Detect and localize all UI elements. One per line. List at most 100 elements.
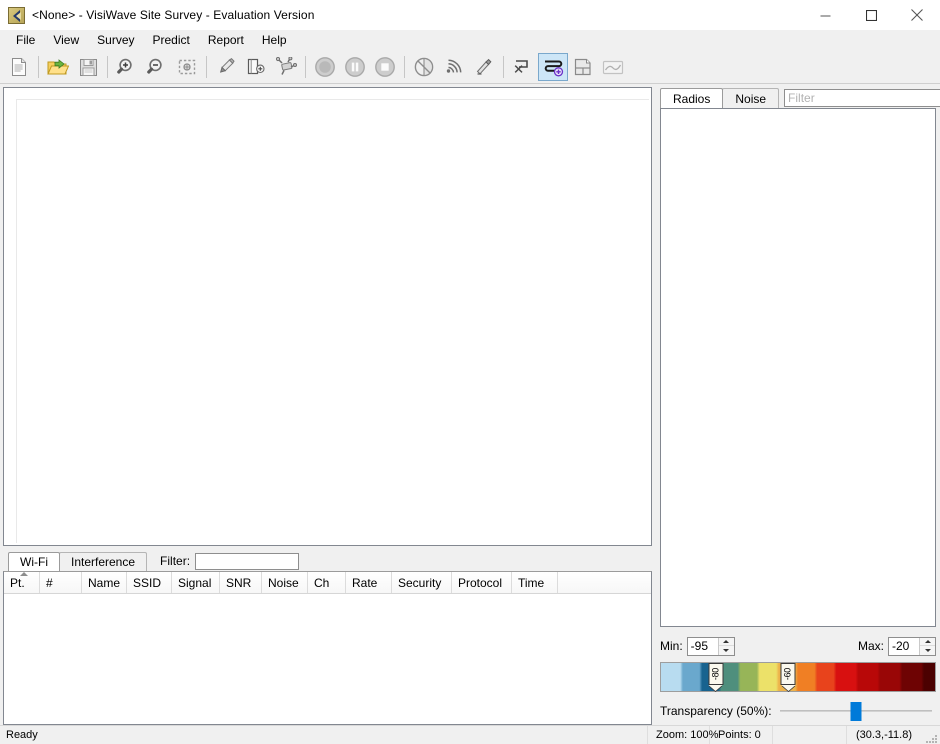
min-spinner-up[interactable]	[718, 638, 734, 646]
left-column: Wi-Fi Interference Filter: Pt. # Name SS…	[0, 84, 655, 725]
max-spinner-down[interactable]	[920, 646, 935, 655]
color-scale-marker-2-label: -60	[782, 667, 793, 681]
toolbar-separator	[38, 56, 39, 78]
layout-panes-icon[interactable]	[568, 53, 598, 81]
max-spinner-buttons	[919, 637, 935, 655]
right-tabstrip: Radios Noise	[655, 87, 940, 108]
column-header-pt[interactable]: Pt.	[4, 572, 40, 593]
survey-map-canvas[interactable]	[3, 87, 652, 546]
color-scale-marker-1[interactable]: -80	[708, 663, 724, 691]
zoom-in-icon[interactable]	[112, 53, 142, 81]
transparency-slider[interactable]	[779, 701, 932, 721]
column-header-name[interactable]: Name	[82, 572, 127, 593]
wifi-table-header: Pt. # Name SSID Signal SNR Noise Ch Rate…	[4, 572, 651, 594]
title-bar: <None> - VisiWave Site Survey - Evaluati…	[0, 0, 940, 30]
marker-pen-icon[interactable]	[211, 53, 241, 81]
survey-map-surface[interactable]	[16, 99, 649, 543]
tab-noise[interactable]: Noise	[722, 88, 780, 108]
status-coordinates: (30.3,-11.8)	[855, 729, 913, 741]
zoom-fit-icon[interactable]	[172, 53, 202, 81]
color-scale-gradient[interactable]: -80 -60	[660, 662, 936, 692]
menu-item-help[interactable]: Help	[253, 31, 296, 50]
wifi-table-body[interactable]	[4, 594, 651, 724]
column-header-number[interactable]: #	[40, 572, 82, 593]
menu-item-file[interactable]: File	[7, 31, 44, 50]
open-folder-icon[interactable]	[43, 53, 73, 81]
bottom-filter-label: Filter:	[160, 553, 191, 568]
add-path-icon[interactable]	[538, 53, 568, 81]
color-scale-marker-2[interactable]: -60	[780, 663, 796, 691]
new-document-icon[interactable]	[4, 53, 34, 81]
menu-item-predict[interactable]: Predict	[144, 31, 199, 50]
color-scale-marker-1-label: -80	[710, 667, 721, 681]
no-signal-icon[interactable]	[409, 53, 439, 81]
graph-view-icon[interactable]	[598, 53, 628, 81]
transparency-slider-thumb[interactable]	[850, 702, 862, 721]
record-icon[interactable]	[310, 53, 340, 81]
column-header-signal[interactable]: Signal	[172, 572, 220, 593]
toolbar-separator	[206, 56, 207, 78]
max-label: Max:	[857, 639, 884, 653]
menu-bar: File View Survey Predict Report Help	[0, 30, 940, 51]
column-header-time[interactable]: Time	[512, 572, 558, 593]
menu-item-view[interactable]: View	[44, 31, 88, 50]
column-header-ssid[interactable]: SSID	[127, 572, 172, 593]
radios-filter-input[interactable]	[784, 88, 940, 107]
access-point-icon[interactable]	[271, 53, 301, 81]
right-panel: Radios Noise Min: Max:	[655, 84, 940, 725]
menu-item-report[interactable]: Report	[199, 31, 253, 50]
min-spinner-buttons	[717, 637, 734, 655]
status-zoom: Zoom: 100%	[648, 725, 718, 744]
signal-waves-icon[interactable]	[439, 53, 469, 81]
bottom-filter-input[interactable]	[195, 552, 300, 570]
close-button[interactable]	[894, 0, 940, 30]
max-spinner-up[interactable]	[920, 638, 935, 646]
toolbar-separator	[503, 56, 504, 78]
toolbar-separator	[107, 56, 108, 78]
status-bar: Ready Zoom: 100% Points: 0 (30.3,-11.8)	[0, 725, 940, 744]
max-spinner[interactable]	[888, 636, 936, 656]
main-body: Wi-Fi Interference Filter: Pt. # Name SS…	[0, 84, 940, 725]
resize-grip[interactable]	[921, 726, 939, 744]
window-controls	[802, 0, 940, 30]
column-header-rate[interactable]: Rate	[346, 572, 392, 593]
min-spinner[interactable]	[686, 636, 735, 656]
zoom-out-icon[interactable]	[142, 53, 172, 81]
save-floppy-icon[interactable]	[73, 53, 103, 81]
max-value-input[interactable]	[889, 637, 919, 655]
add-page-icon[interactable]	[241, 53, 271, 81]
column-header-noise[interactable]: Noise	[262, 572, 308, 593]
minimize-button[interactable]	[802, 0, 848, 30]
wifi-table: Pt. # Name SSID Signal SNR Noise Ch Rate…	[3, 571, 652, 725]
antenna-icon[interactable]	[469, 53, 499, 81]
visiwave-window: <None> - VisiWave Site Survey - Evaluati…	[0, 0, 940, 744]
min-label: Min:	[660, 639, 683, 653]
menu-item-survey[interactable]: Survey	[88, 31, 143, 50]
status-ready: Ready	[0, 725, 648, 744]
scale-minmax-row: Min: Max:	[660, 633, 936, 659]
status-blank	[773, 725, 847, 744]
column-header-security[interactable]: Security	[392, 572, 452, 593]
status-points: Points: 0	[710, 725, 773, 744]
pause-icon[interactable]	[340, 53, 370, 81]
toolbar-separator	[305, 56, 306, 78]
maximize-button[interactable]	[848, 0, 894, 30]
toolbar-separator	[404, 56, 405, 78]
window-title: <None> - VisiWave Site Survey - Evaluati…	[32, 8, 315, 22]
transparency-label: Transparency (50%):	[660, 704, 772, 718]
end-path-icon[interactable]	[508, 53, 538, 81]
tab-wifi[interactable]: Wi-Fi	[8, 552, 60, 571]
bottom-data-panel: Wi-Fi Interference Filter: Pt. # Name SS…	[3, 551, 652, 725]
column-header-protocol[interactable]: Protocol	[452, 572, 512, 593]
column-header-snr[interactable]: SNR	[220, 572, 262, 593]
transparency-row: Transparency (50%):	[660, 697, 936, 725]
tab-radios[interactable]: Radios	[660, 88, 724, 108]
min-value-input[interactable]	[687, 637, 718, 655]
radios-list[interactable]	[660, 108, 936, 627]
visiwave-app-icon	[8, 6, 25, 24]
stop-icon[interactable]	[370, 53, 400, 81]
column-header-filler	[558, 572, 651, 593]
column-header-ch[interactable]: Ch	[308, 572, 346, 593]
tab-interference[interactable]: Interference	[58, 552, 148, 571]
min-spinner-down[interactable]	[719, 646, 734, 655]
